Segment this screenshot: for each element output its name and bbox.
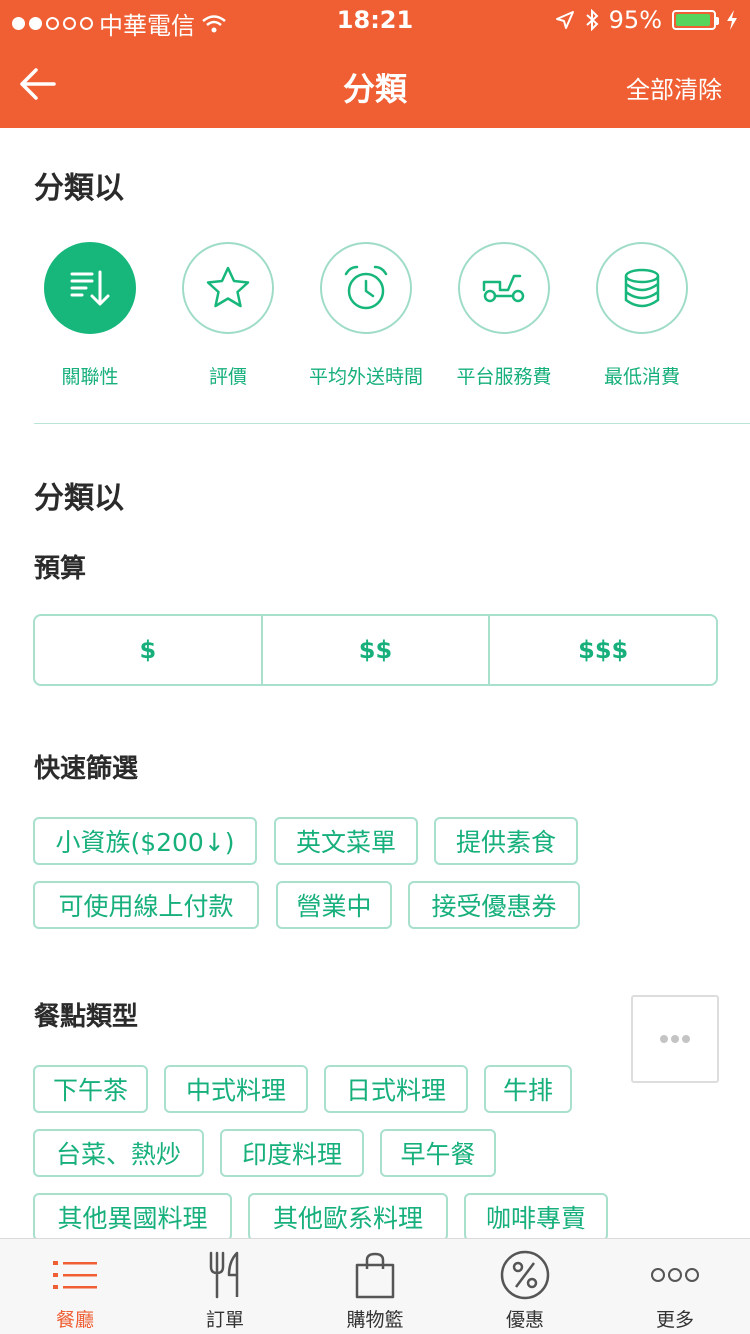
list-icon <box>53 1261 97 1289</box>
sort-option-rating[interactable]: 評價 <box>158 242 298 389</box>
sort-option-relevance[interactable]: 關聯性 <box>20 242 160 389</box>
sort-option-service-fee[interactable]: 平台服務費 <box>434 242 574 389</box>
fork-knife-icon <box>209 1251 239 1299</box>
bottom-tab-bar: 餐廳 訂單 購物籃 優惠 更多 <box>0 1238 750 1334</box>
sort-options: 關聯性 評價 平均外送時間 平台服務費 最低消費 <box>0 242 750 392</box>
sort-section-title: 分類以 <box>34 171 124 206</box>
budget-option-1[interactable]: $ <box>35 616 261 684</box>
quick-filter-chip[interactable]: 小資族($200↓) <box>33 817 257 865</box>
cuisine-chip[interactable]: 中式料理 <box>164 1065 308 1113</box>
status-bar: 中華電信 18:21 95% <box>0 0 750 40</box>
quick-filter-title: 快速篩選 <box>34 754 139 784</box>
sort-option-circle[interactable] <box>182 242 274 334</box>
more-dots-icon <box>651 1268 699 1282</box>
bluetooth-icon <box>585 9 599 31</box>
section-divider <box>34 423 750 424</box>
cuisine-chip[interactable]: 咖啡專賣 <box>464 1193 608 1241</box>
tab-more[interactable]: 更多 <box>600 1247 750 1332</box>
budget-title: 預算 <box>34 554 87 584</box>
budget-option-2[interactable]: $$ <box>260 616 489 684</box>
cuisine-chip[interactable]: 台菜、熱炒 <box>33 1129 204 1177</box>
relevance-icon <box>70 270 110 306</box>
navigation-bar: 分類 全部清除 <box>0 40 750 128</box>
sort-option-circle[interactable] <box>320 242 412 334</box>
status-right: 95% <box>555 6 738 34</box>
quick-filter-chip[interactable]: 營業中 <box>276 881 392 929</box>
quick-filter-chip[interactable]: 英文菜單 <box>274 817 418 865</box>
shopping-bag-icon <box>355 1252 395 1299</box>
coins-icon <box>624 268 660 308</box>
tab-label: 購物籃 <box>346 1309 404 1331</box>
cuisine-chip[interactable]: 日式料理 <box>324 1065 468 1113</box>
cuisine-chip[interactable]: 其他歐系料理 <box>248 1193 448 1241</box>
sort-option-circle[interactable] <box>44 242 136 334</box>
cuisine-chip[interactable]: 印度料理 <box>220 1129 364 1177</box>
cuisine-chip[interactable]: 其他異國料理 <box>33 1193 232 1241</box>
sort-option-delivery-time[interactable]: 平均外送時間 <box>296 242 436 389</box>
sort-option-label: 評價 <box>208 366 247 388</box>
sort-option-min-spend[interactable]: 最低消費 <box>572 242 712 389</box>
quick-filter-chip[interactable]: 提供素食 <box>434 817 578 865</box>
battery-percent: 95% <box>608 6 662 34</box>
sort-option-label: 平台服務費 <box>456 366 552 388</box>
sort-option-label: 最低消費 <box>603 366 680 388</box>
quick-filter-chip[interactable]: 接受優惠券 <box>408 881 580 929</box>
sort-option-circle[interactable] <box>596 242 688 334</box>
clear-all-button[interactable]: 全部清除 <box>626 70 722 105</box>
budget-selector: $ $$ $$$ <box>33 614 718 686</box>
tab-basket[interactable]: 購物籃 <box>300 1247 450 1332</box>
tab-label: 餐廳 <box>55 1309 94 1331</box>
tab-label: 更多 <box>655 1309 694 1331</box>
battery-icon <box>672 10 719 30</box>
budget-option-3[interactable]: $$$ <box>488 616 716 684</box>
filter-section-title: 分類以 <box>34 481 124 516</box>
alarm-clock-icon <box>344 265 388 310</box>
cuisine-chip[interactable]: 牛排 <box>484 1065 572 1113</box>
more-options-button[interactable] <box>631 995 719 1083</box>
quick-filter-chip[interactable]: 可使用線上付款 <box>33 881 259 929</box>
percent-icon <box>500 1250 550 1300</box>
cuisine-title: 餐點類型 <box>34 1002 139 1032</box>
location-arrow-icon <box>555 11 574 29</box>
tab-deals[interactable]: 優惠 <box>450 1247 600 1332</box>
tab-label: 訂單 <box>205 1309 244 1331</box>
sort-option-label: 平均外送時間 <box>308 366 423 388</box>
tab-orders[interactable]: 訂單 <box>150 1247 300 1332</box>
charging-icon <box>727 10 737 30</box>
sort-option-circle[interactable] <box>458 242 550 334</box>
app-header: 中華電信 18:21 95% 分類 全部清除 <box>0 0 750 128</box>
cuisine-chip[interactable]: 下午茶 <box>33 1065 148 1113</box>
tab-label: 優惠 <box>505 1309 544 1331</box>
star-icon <box>206 266 250 308</box>
cuisine-chip[interactable]: 早午餐 <box>380 1129 496 1177</box>
tab-restaurants[interactable]: 餐廳 <box>0 1247 150 1332</box>
sort-option-label: 關聯性 <box>61 366 119 388</box>
scooter-icon <box>482 274 525 303</box>
